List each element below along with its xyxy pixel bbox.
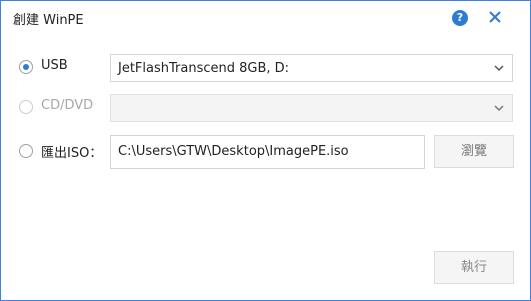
chevron-down-icon xyxy=(494,105,504,112)
close-button[interactable] xyxy=(485,7,505,27)
iso-option-row: 匯出ISO： xyxy=(19,136,119,168)
usb-radio[interactable] xyxy=(19,60,33,74)
iso-radio[interactable] xyxy=(19,144,33,158)
create-winpe-dialog: 創建 WinPE ? USB JetFlashTranscend 8GB, D:… xyxy=(0,0,531,301)
cd-dvd-device-select xyxy=(110,94,513,122)
close-icon xyxy=(489,11,501,23)
usb-device-select[interactable]: JetFlashTranscend 8GB, D: xyxy=(110,54,513,82)
help-button[interactable]: ? xyxy=(452,10,468,26)
chevron-down-icon xyxy=(494,65,504,72)
cd-dvd-radio[interactable] xyxy=(19,100,33,114)
usb-radio-label[interactable]: USB xyxy=(41,58,68,73)
execute-button[interactable]: 執行 xyxy=(434,251,514,284)
browse-button[interactable]: 瀏覽 xyxy=(434,135,514,168)
question-icon: ? xyxy=(456,11,464,24)
dialog-title: 創建 WinPE xyxy=(13,13,84,28)
iso-path-input[interactable]: C:\Users\GTW\Desktop\ImagePE.iso xyxy=(110,135,425,169)
usb-device-value: JetFlashTranscend 8GB, D: xyxy=(118,61,290,76)
iso-radio-label[interactable]: 匯出ISO： xyxy=(41,142,102,161)
cd-dvd-radio-label: CD/DVD xyxy=(41,98,94,113)
